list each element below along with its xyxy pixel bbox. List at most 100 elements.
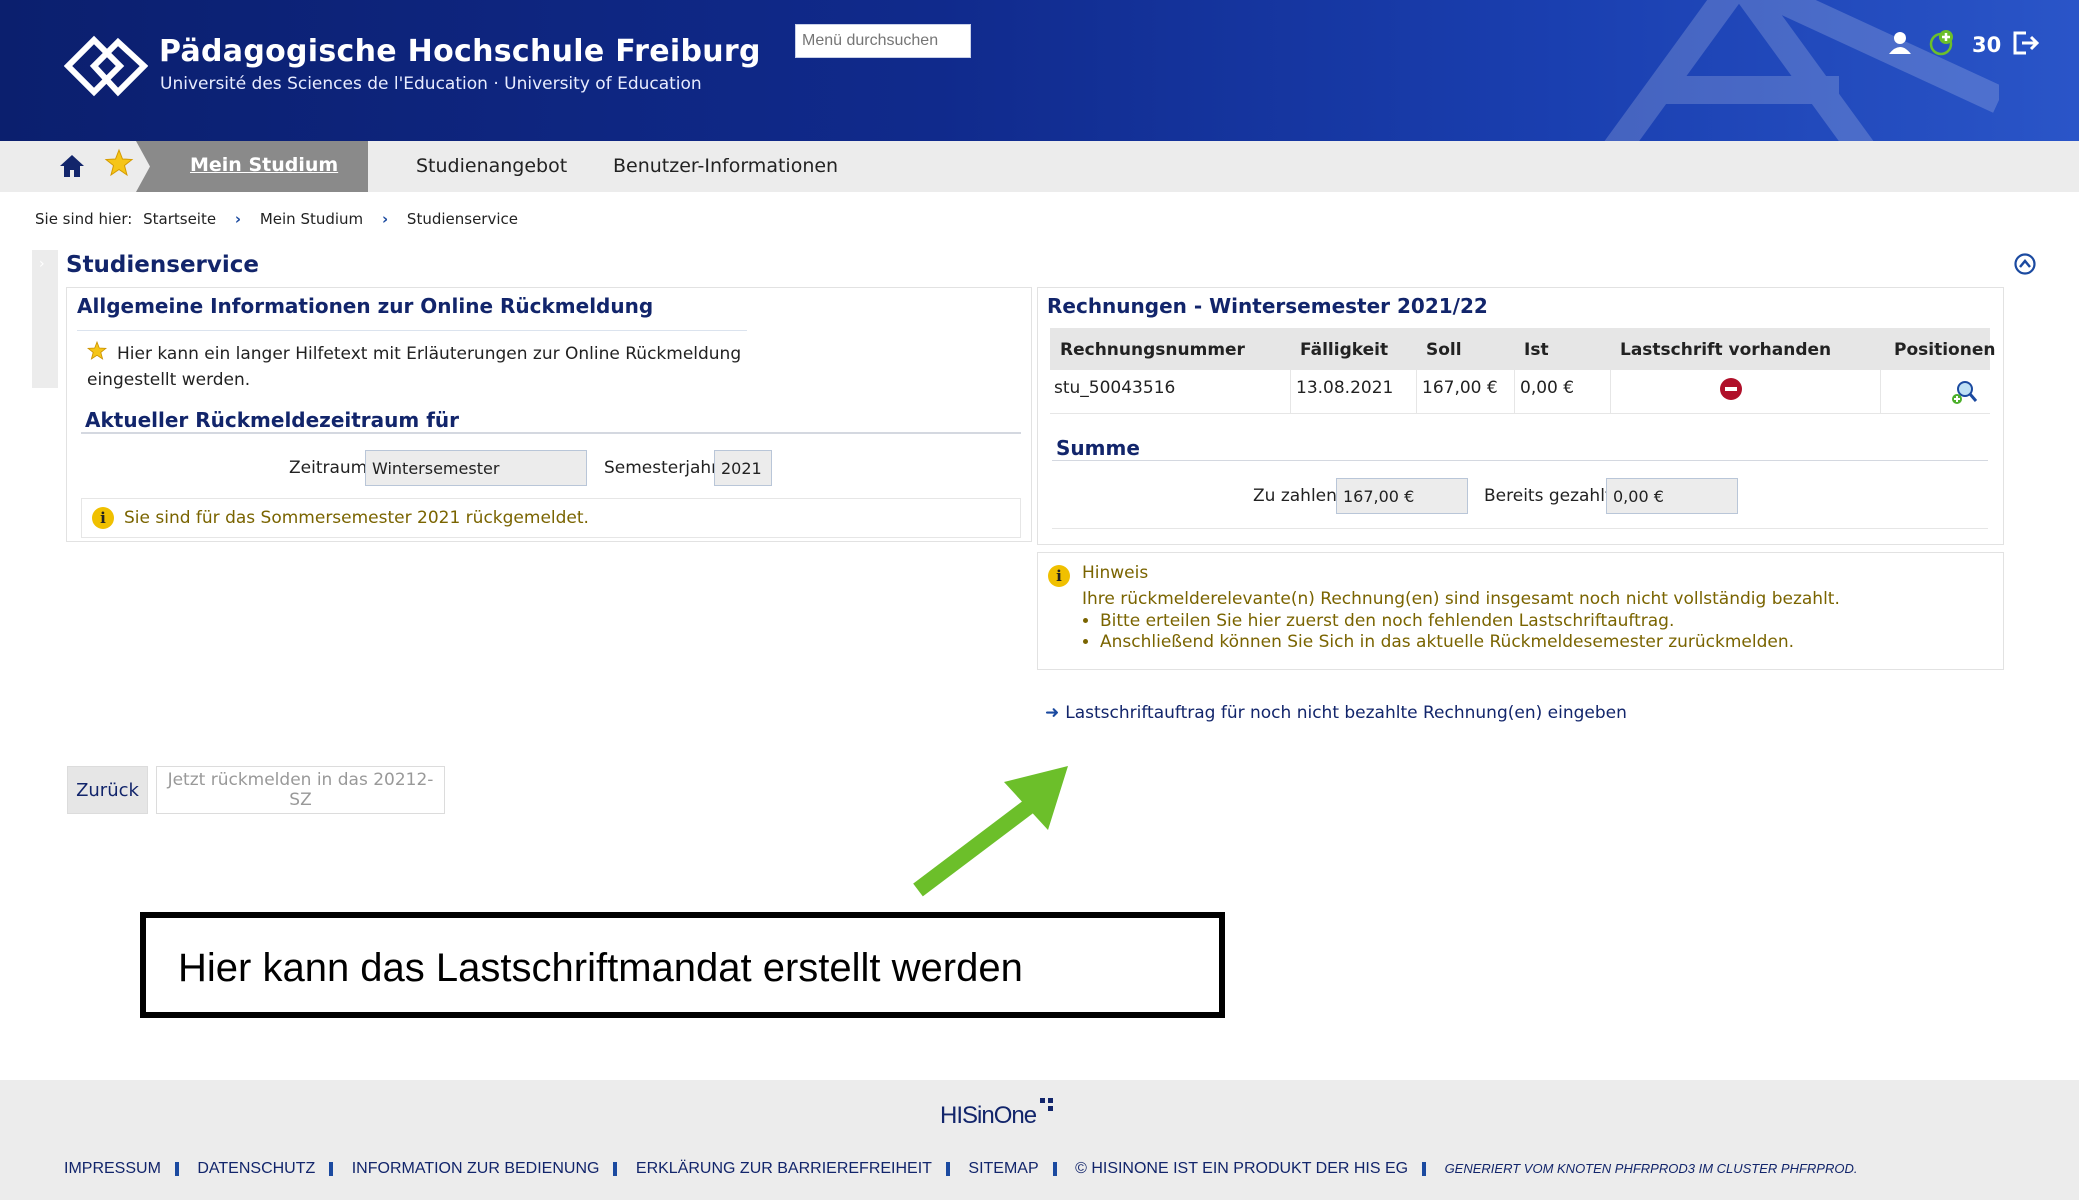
tab-studienangebot[interactable]: Studienangebot [416,155,567,177]
list-item: Anschließend können Sie Sich in das aktu… [1100,632,1794,653]
col-rechnungsnummer: Rechnungsnummer [1060,340,1245,360]
zeitraum-field: Wintersemester [365,450,587,486]
info-icon: i [92,507,114,529]
header: Pädagogische Hochschule Freiburg Univers… [0,0,2079,141]
divider [329,1161,334,1176]
list-item: Bitte erteilen Sie hier zuerst den noch … [1100,611,1794,632]
divider [1290,370,1291,414]
semesterjahr-field: 2021 [714,450,772,486]
divider [1880,370,1881,414]
breadcrumb-studienservice: Studienservice [406,210,518,228]
hint-box: i Hinweis Ihre rückmelderelevante(n) Rec… [1037,552,2004,670]
divider [1514,370,1515,414]
footer-link-datenschutz[interactable]: DATENSCHUTZ [197,1160,315,1177]
page-title: Studienservice [66,252,259,278]
his-logo-dots-icon [1040,1098,1053,1111]
rueckmeldung-status-text: Sie sind für das Sommersemester 2021 rüc… [124,508,589,528]
breadcrumb-startseite[interactable]: Startseite [143,210,216,228]
brand-subtitle: Université des Sciences de l'Education ·… [160,74,702,94]
his-logo[interactable]: HISinOne [940,1102,1037,1130]
cell-soll: 167,00 € [1422,378,1498,398]
annotation-callout: Hier kann das Lastschriftmandat erstellt… [140,912,1225,1018]
notification-add-icon[interactable] [1928,28,1958,58]
help-text: Hier kann ein langer Hilfetext mit Erläu… [87,344,742,390]
logo-icon[interactable] [64,34,148,98]
rueckmeldung-status: i Sie sind für das Sommersemester 2021 r… [81,498,1021,538]
breadcrumb: Sie sind hier: Startseite › Mein Studium… [35,210,518,228]
info-panel: Allgemeine Informationen zur Online Rück… [66,287,1032,542]
invoices-panel: Rechnungen - Wintersemester 2021/22 Rech… [1037,287,2004,545]
divider [1052,528,1988,529]
footer-link-bedienung[interactable]: INFORMATION ZUR BEDIENUNG [352,1160,600,1177]
lastschrift-link[interactable]: ➜ Lastschriftauftrag für noch nicht bezah… [1045,703,1627,723]
footer: HISinOne IMPRESSUM DATENSCHUTZ INFORMATI… [0,1080,2079,1200]
footer-link-barrierefreiheit[interactable]: ERKLÄRUNG ZUR BARRIEREFREIHEIT [636,1160,932,1177]
col-faelligkeit: Fälligkeit [1300,340,1389,360]
invoices-table-header: Rechnungsnummer Fälligkeit Soll Ist Last… [1050,328,1995,370]
sidebar-toggle[interactable]: › [32,250,58,388]
summe-heading: Summe [1056,436,1140,460]
lastschrift-link-text: Lastschriftauftrag für noch nicht bezahl… [1065,703,1627,723]
user-icon[interactable] [1885,28,1915,58]
tab-mein-studium-label: Mein Studium [190,154,339,176]
tab-mein-studium[interactable]: Mein Studium [136,141,368,192]
tab-benutzer-informationen[interactable]: Benutzer-Informationen [613,155,838,177]
chevron-right-icon: › [381,210,389,228]
semesterjahr-label: Semesterjahr [604,458,719,478]
col-ist: Ist [1524,340,1549,360]
rueckmeldezeitraum-heading: Aktueller Rückmeldezeitraum für [85,408,460,432]
invoices-heading: Rechnungen - Wintersemester 2021/22 [1047,294,1488,318]
chevron-right-icon: › [234,210,242,228]
divider [81,432,1021,434]
hint-list: Bitte erteilen Sie hier zuerst den noch … [1100,611,1794,653]
breadcrumb-prefix: Sie sind hier: [35,210,133,228]
zu-zahlen-label: Zu zahlen [1253,486,1337,506]
cell-ist: 0,00 € [1520,378,1575,398]
footer-link-impressum[interactable]: IMPRESSUM [64,1160,161,1177]
hint-title: Hinweis [1082,563,1149,583]
positions-search-icon[interactable] [1950,378,1978,406]
info-icon: i [1048,565,1070,587]
annotation-arrow-icon [913,766,1068,897]
footer-links: IMPRESSUM DATENSCHUTZ INFORMATION ZUR BE… [64,1160,1857,1178]
bereits-gezahlt-label: Bereits gezahlt [1484,486,1612,506]
footer-generated: GENERIERT VOM KNOTEN PHFRPROD3 IM CLUSTE… [1444,1161,1858,1176]
header-decoration [1604,0,1999,141]
footer-link-sitemap[interactable]: SITEMAP [968,1160,1038,1177]
no-entry-icon [1720,378,1742,400]
register-button[interactable]: Jetzt rückmelden in das 20212-SZ [156,766,445,814]
divider [613,1161,618,1176]
main-nav: Mein Studium Studienangebot Benutzer-Inf… [0,141,2079,192]
breadcrumb-mein-studium[interactable]: Mein Studium [260,210,363,228]
brand-title: Pädagogische Hochschule Freiburg [159,34,761,69]
divider [1416,370,1417,414]
zeitraum-label: Zeitraum [289,458,368,478]
divider [945,1161,950,1176]
hint-text: Ihre rückmelderelevante(n) Rechnung(en) … [1082,589,1840,609]
arrow-right-icon: ➜ [1045,703,1060,723]
divider [1610,370,1611,414]
home-icon[interactable] [58,153,86,179]
col-lastschrift: Lastschrift vorhanden [1620,340,1832,360]
cell-faelligkeit: 13.08.2021 [1296,378,1394,398]
menu-search-input[interactable] [795,24,971,58]
zu-zahlen-field: 167,00 € [1336,478,1468,514]
notification-count: 30 [1972,33,2002,57]
footer-copyright[interactable]: © HISINONE IST EIN PRODUKT DER HIS EG [1075,1160,1408,1177]
bereits-gezahlt-field: 0,00 € [1606,478,1738,514]
divider [1422,1161,1427,1176]
col-positionen: Positionen [1894,340,1996,360]
col-soll: Soll [1426,340,1462,360]
divider [1052,1161,1057,1176]
cell-rechnungsnummer: stu_50043516 [1054,378,1176,398]
help-text-box: Hier kann ein langer Hilfetext mit Erläu… [77,330,747,392]
divider [1052,460,1988,461]
collapse-up-icon[interactable] [2014,253,2036,275]
back-button[interactable]: Zurück [67,766,148,814]
chevron-right-icon: › [39,256,45,272]
favorites-star-icon[interactable] [103,147,135,179]
divider [174,1161,179,1176]
logout-icon[interactable] [2010,28,2040,58]
table-row: stu_50043516 13.08.2021 167,00 € 0,00 € [1050,370,1990,414]
callout-text: Hier kann das Lastschriftmandat erstellt… [178,946,1023,990]
